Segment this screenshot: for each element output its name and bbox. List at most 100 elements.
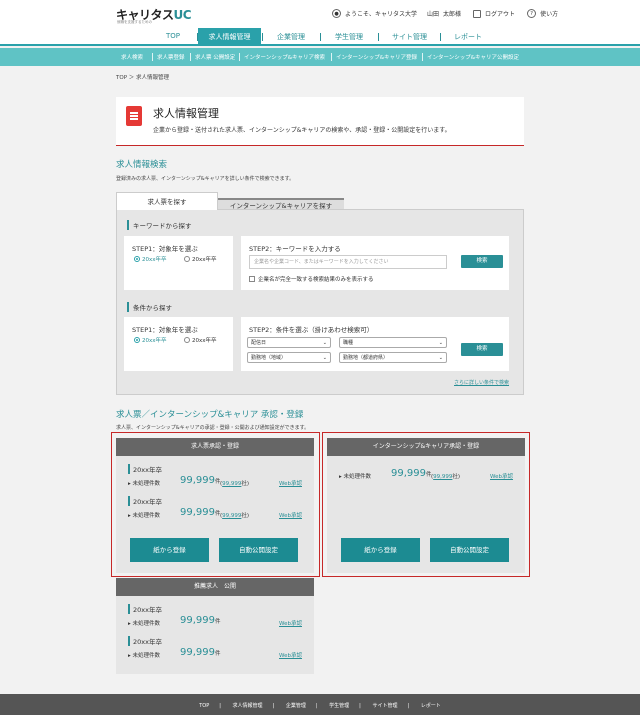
footer-divider: | bbox=[359, 703, 361, 709]
chevron-down-icon: ⌄ bbox=[322, 355, 327, 361]
subnav-intern-search[interactable]: インターンシップ&キャリア検索 bbox=[244, 53, 325, 61]
year-label: 20xx年卒 bbox=[128, 464, 162, 474]
keyword-search-button[interactable]: 検索 bbox=[461, 255, 503, 268]
condition-year-radio-1[interactable]: 20xx年卒 bbox=[134, 336, 167, 344]
chevron-down-icon: ⌄ bbox=[438, 340, 443, 346]
footer-link-company[interactable]: 企業管理 bbox=[286, 703, 306, 709]
web-approval-link[interactable]: Web承認 bbox=[279, 511, 302, 519]
nav-divider bbox=[262, 33, 263, 41]
recommend-job-card-header: 推薦求人 公開 bbox=[116, 578, 314, 596]
footer-divider: | bbox=[407, 703, 410, 709]
user-last-name: 山田 bbox=[427, 11, 440, 18]
keyword-search-heading: キーワードから探す bbox=[127, 220, 192, 230]
radio-dot bbox=[134, 337, 140, 343]
paper-register-button[interactable]: 紙から登録 bbox=[130, 538, 209, 562]
advanced-search-link[interactable]: さらに詳しい条件で検索 bbox=[454, 379, 509, 386]
welcome-text: ようこそ、キャリタス大学 bbox=[345, 11, 418, 18]
sub-nav: 求人検索 求人票登録 求人票 公開設定 インターンシップ&キャリア検索 インター… bbox=[0, 48, 640, 66]
pending-company-count: (99,999社) bbox=[220, 513, 250, 519]
subnav-job-search[interactable]: 求人検索 bbox=[121, 53, 143, 61]
user-first-name: 太郎様 bbox=[443, 11, 462, 18]
logout-link[interactable]: ログアウト bbox=[485, 9, 515, 18]
keyword-step2-box: STEP2：キーワードを入力する 企業名や企業コード、またはキーワードを入力して… bbox=[241, 236, 509, 290]
footer-link-job[interactable]: 求人情報管理 bbox=[233, 703, 263, 709]
web-approval-link[interactable]: Web承認 bbox=[279, 479, 302, 487]
keyword-input[interactable]: 企業名や企業コード、またはキーワードを入力してください bbox=[249, 255, 447, 269]
tab-job-search[interactable]: 求人票を探す bbox=[116, 192, 218, 210]
logout-icon[interactable] bbox=[473, 9, 482, 18]
year-label: 20xx年卒 bbox=[128, 636, 162, 646]
keyword-year-radio-2[interactable]: 20xx年卒 bbox=[184, 255, 217, 263]
nav-divider bbox=[378, 33, 379, 41]
footer-divider: | bbox=[315, 703, 318, 709]
footer-link-site[interactable]: サイト管理 bbox=[372, 703, 397, 709]
keyword-year-radio-1[interactable]: 20xx年卒 bbox=[134, 255, 167, 263]
search-section-title: 求人情報検索 bbox=[116, 160, 168, 170]
footer-link-top[interactable]: TOP bbox=[199, 703, 209, 709]
help-icon[interactable]: ? bbox=[527, 9, 537, 18]
pending-label: ▸ 未処理件数 bbox=[128, 481, 161, 487]
breadcrumb[interactable]: TOP ＞ 求人情報管理 bbox=[116, 73, 169, 81]
paper-register-button[interactable]: 紙から登録 bbox=[341, 538, 420, 562]
nav-job-info[interactable]: 求人情報管理 bbox=[198, 28, 261, 46]
footer-divider: | bbox=[219, 703, 221, 709]
select-region[interactable]: 勤務地（地域） ⌄ bbox=[247, 352, 331, 363]
nav-top[interactable]: TOP bbox=[166, 32, 180, 40]
main-nav: TOP 求人情報管理 企業管理 学生管理 サイト管理 レポート bbox=[0, 28, 640, 46]
web-approval-link[interactable]: Web承認 bbox=[490, 472, 513, 480]
pending-count: 99,999件 bbox=[391, 468, 432, 479]
condition-step2-box: STEP2：条件を選ぶ（掛けあわせ検索可） 配信日 ⌄ 職種 ⌄ 勤務地（地域） ⌄ … bbox=[241, 317, 509, 371]
footer: TOP | 求人情報管理 | 企業管理 | 学生管理 | サイト管理 | レポート bbox=[0, 694, 640, 715]
radio-dot bbox=[184, 337, 190, 343]
help-link[interactable]: 使い方 bbox=[540, 9, 558, 18]
select-prefecture[interactable]: 勤務地（都道府県） ⌄ bbox=[339, 352, 447, 363]
nav-company[interactable]: 企業管理 bbox=[277, 32, 305, 42]
chevron-down-icon: ⌄ bbox=[322, 340, 327, 346]
select-delivery-date[interactable]: 配信日 ⌄ bbox=[247, 337, 331, 348]
keyword-step1-label: STEP1：対象年を選ぶ bbox=[132, 245, 198, 253]
subnav-intern-publish[interactable]: インターンシップ&キャリア公開設定 bbox=[427, 53, 519, 61]
web-approval-link[interactable]: Web承認 bbox=[279, 651, 302, 659]
nav-site[interactable]: サイト管理 bbox=[392, 32, 427, 42]
nav-report[interactable]: レポート bbox=[454, 32, 482, 42]
condition-search-heading: 条件から探す bbox=[127, 302, 172, 312]
header: キャリタスUC 就職を支援するための ● ようこそ、キャリタス大学 山田 太郎様… bbox=[0, 0, 640, 28]
keyword-step1-box: STEP1：対象年を選ぶ 20xx年卒 20xx年卒 bbox=[124, 236, 233, 290]
year-label: 20xx年卒 bbox=[128, 496, 162, 506]
year-label: 20xx年卒 bbox=[128, 604, 162, 614]
select-job-type[interactable]: 職種 ⌄ bbox=[339, 337, 447, 348]
subnav-job-register[interactable]: 求人票登録 bbox=[157, 53, 185, 61]
keyword-step2-label: STEP2：キーワードを入力する bbox=[249, 245, 341, 253]
subnav-job-publish[interactable]: 求人票 公開設定 bbox=[195, 53, 235, 61]
user-area: ● ようこそ、キャリタス大学 山田 太郎様 ログアウト ? 使い方 bbox=[332, 9, 558, 18]
pending-count: 99,999件 bbox=[180, 475, 221, 486]
pending-label: ▸ 未処理件数 bbox=[339, 474, 372, 480]
page-header-card: 求人情報管理 企業から登録・送付された求人票、インターンシップ&キャリアの検索や… bbox=[116, 97, 524, 146]
condition-year-radio-2[interactable]: 20xx年卒 bbox=[184, 336, 217, 344]
footer-link-student[interactable]: 学生管理 bbox=[329, 703, 349, 709]
subnav-divider bbox=[239, 53, 240, 61]
auto-publish-button[interactable]: 自動公開設定 bbox=[219, 538, 298, 562]
search-panel: キーワードから探す STEP1：対象年を選ぶ 20xx年卒 20xx年卒 STE… bbox=[116, 209, 524, 395]
pending-count: 99,999件 bbox=[180, 507, 221, 518]
web-approval-link[interactable]: Web承認 bbox=[279, 619, 302, 627]
condition-search-button[interactable]: 検索 bbox=[461, 343, 503, 356]
auto-publish-button[interactable]: 自動公開設定 bbox=[430, 538, 509, 562]
logo-subtitle: 就職を支援するための bbox=[117, 20, 152, 24]
footer-divider: | bbox=[272, 703, 275, 709]
checkbox-box bbox=[249, 276, 255, 282]
footer-links: TOP | 求人情報管理 | 企業管理 | 学生管理 | サイト管理 | レポート bbox=[0, 702, 640, 709]
footer-link-report[interactable]: レポート bbox=[421, 703, 441, 709]
pending-company-count: (99,999社) bbox=[220, 481, 250, 487]
pending-label: ▸ 未処理件数 bbox=[128, 653, 161, 659]
page-description: 企業から登録・送付された求人票、インターンシップ&キャリアの検索や、承認・登録・… bbox=[153, 127, 451, 134]
nav-student[interactable]: 学生管理 bbox=[335, 32, 363, 42]
nav-divider bbox=[440, 33, 441, 41]
intern-approval-card: インターンシップ&キャリア承認・登録 ▸ 未処理件数 99,999件 (99,9… bbox=[327, 438, 525, 573]
exact-match-checkbox[interactable]: 企業名が完全一致する検索結果のみを表示する bbox=[249, 275, 374, 283]
pending-count: 99,999件 bbox=[180, 615, 221, 626]
nav-divider bbox=[320, 33, 321, 41]
job-approval-card-header: 求人票承認・登録 bbox=[116, 438, 314, 456]
subnav-intern-register[interactable]: インターンシップ&キャリア登録 bbox=[336, 53, 417, 61]
condition-step2-label: STEP2：条件を選ぶ（掛けあわせ検索可） bbox=[249, 326, 374, 334]
